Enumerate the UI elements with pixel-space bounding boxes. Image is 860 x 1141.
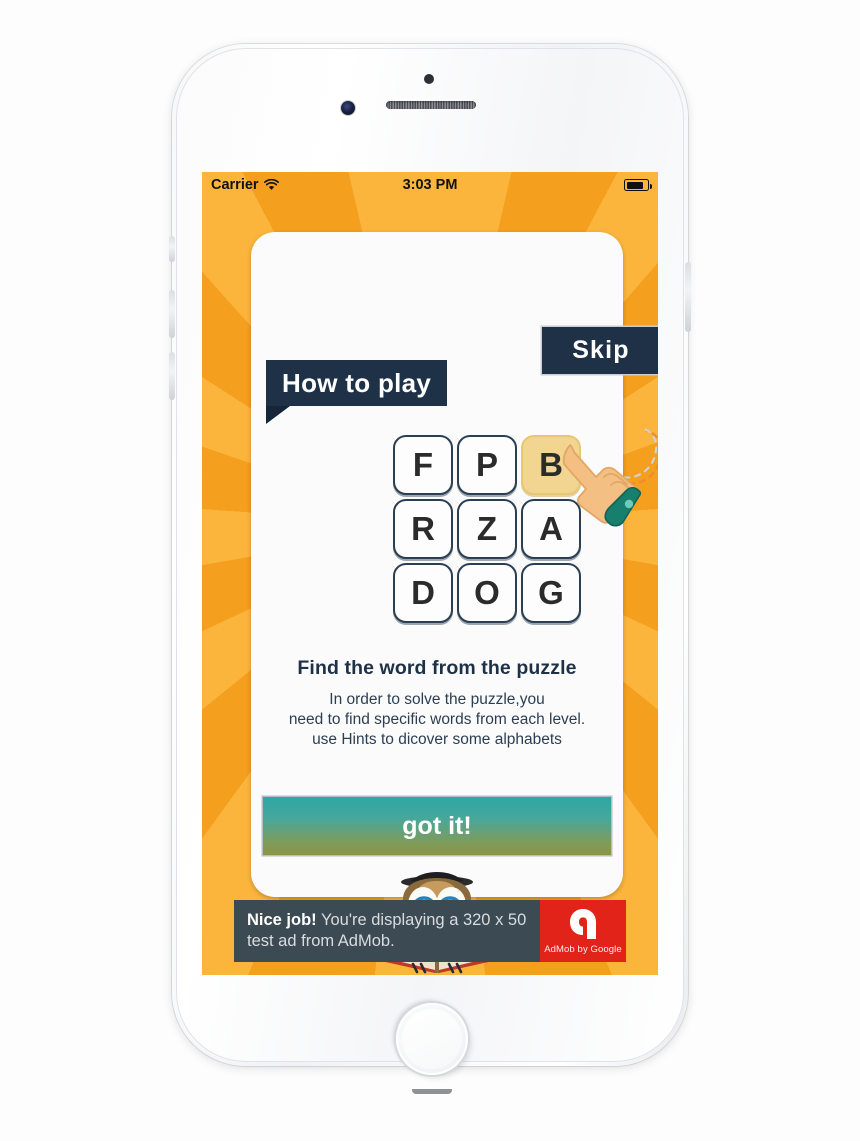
letter-tile[interactable]: G bbox=[521, 563, 581, 623]
ribbon-fold bbox=[266, 406, 290, 424]
card-body-line: need to find specific words from each le… bbox=[288, 711, 586, 728]
skip-button[interactable]: Skip bbox=[542, 327, 658, 374]
silent-switch[interactable] bbox=[169, 236, 175, 262]
admob-banner-text: Nice job! You're displaying a 320 x 50 t… bbox=[234, 900, 540, 962]
status-bar-time: 3:03 PM bbox=[402, 177, 458, 193]
got-it-button[interactable]: got it! bbox=[263, 797, 611, 855]
battery-icon bbox=[624, 179, 652, 191]
admob-logo-block[interactable]: AdMob by Google bbox=[540, 900, 626, 962]
admob-headline: Nice job! bbox=[247, 911, 317, 929]
tap-hand-icon bbox=[562, 444, 641, 527]
volume-down-button[interactable] bbox=[169, 352, 175, 400]
admob-logo-icon bbox=[570, 909, 596, 939]
screenshot-stage: Carrier 3:03 PM Skip How to play F P B R… bbox=[0, 0, 860, 1141]
letter-tile[interactable]: D bbox=[393, 563, 453, 623]
proximity-sensor-icon bbox=[424, 74, 434, 84]
card-body-line: In order to solve the puzzle,you bbox=[329, 691, 545, 708]
letter-tile[interactable]: Z bbox=[457, 499, 517, 559]
admob-banner[interactable]: Nice job! You're displaying a 320 x 50 t… bbox=[234, 900, 626, 962]
phone-screen: Carrier 3:03 PM Skip How to play F P B R… bbox=[202, 172, 658, 975]
card-body-line: use Hints to dicover some alphabets bbox=[312, 731, 562, 748]
home-button[interactable] bbox=[396, 1003, 468, 1075]
bottom-port bbox=[412, 1089, 452, 1094]
earpiece-speaker-icon bbox=[386, 101, 476, 109]
admob-logo-label: AdMob by Google bbox=[544, 944, 622, 955]
card-headline: Find the word from the puzzle bbox=[297, 657, 577, 679]
status-bar: Carrier 3:03 PM bbox=[202, 172, 658, 198]
letter-tile[interactable]: R bbox=[393, 499, 453, 559]
letter-tile[interactable]: P bbox=[457, 435, 517, 495]
how-to-play-ribbon: How to play bbox=[266, 360, 448, 406]
status-bar-right bbox=[624, 179, 652, 191]
power-button[interactable] bbox=[685, 262, 691, 332]
how-to-play-card: Skip How to play F P B R Z A D O G Find … bbox=[251, 232, 658, 974]
front-camera-icon bbox=[341, 101, 355, 115]
card-body: In order to solve the puzzle,you need to… bbox=[251, 690, 623, 750]
volume-up-button[interactable] bbox=[169, 290, 175, 338]
letter-tile[interactable]: O bbox=[457, 563, 517, 623]
letter-tile[interactable]: F bbox=[393, 435, 453, 495]
